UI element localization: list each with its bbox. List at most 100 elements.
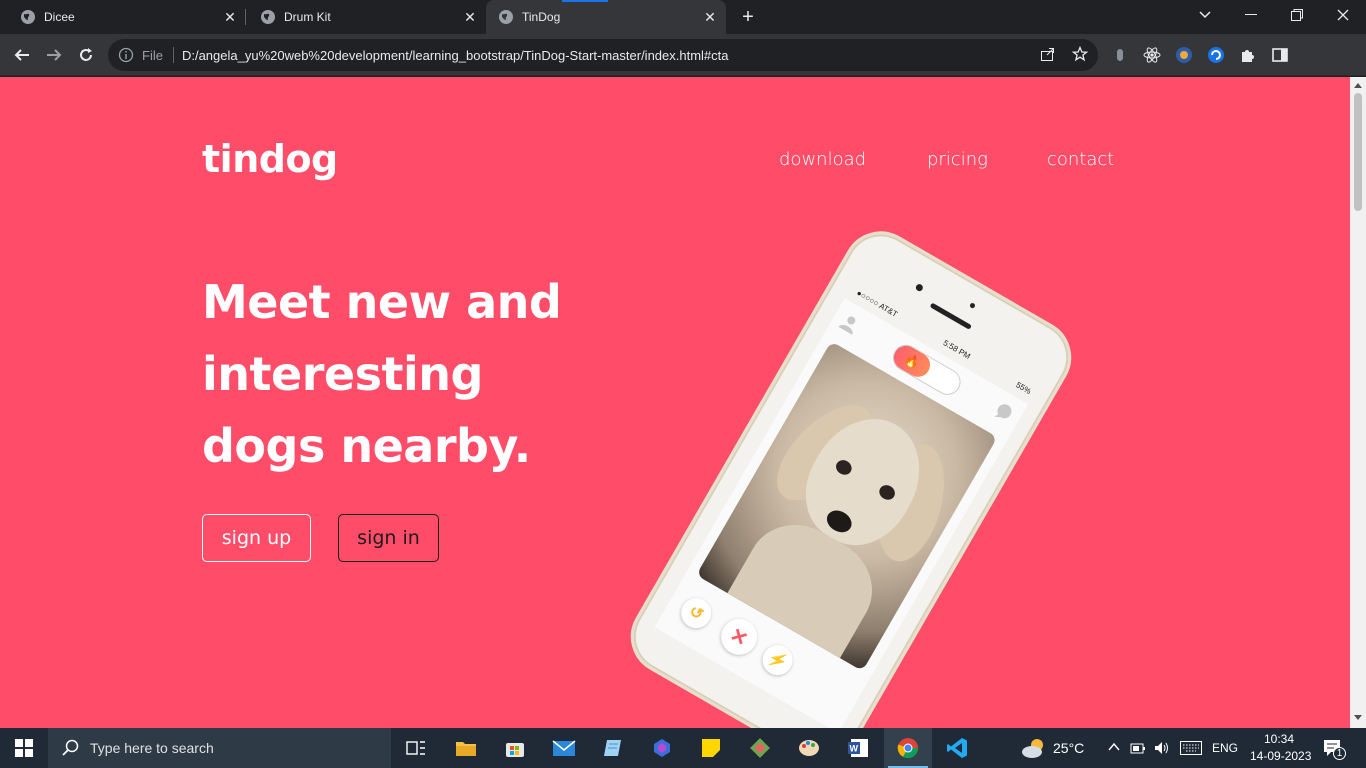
scroll-up-arrow[interactable] (1354, 83, 1362, 88)
star-icon[interactable] (1072, 46, 1088, 62)
task-view-button[interactable] (392, 728, 440, 768)
close-icon[interactable]: ✕ (700, 7, 720, 27)
tab-tindog[interactable]: TinDog ✕ (486, 0, 726, 34)
clock-date[interactable]: 14-09-2023 (1250, 749, 1311, 763)
weather-temperature[interactable]: 25°C (1053, 740, 1084, 756)
sign-up-button[interactable]: sign up (202, 514, 311, 562)
tab-title: Drum Kit (284, 10, 331, 24)
sticky-note-icon (702, 739, 720, 757)
weather-cloud-icon[interactable] (1020, 737, 1048, 759)
git-app[interactable] (736, 728, 784, 768)
word-app[interactable]: W (834, 728, 882, 768)
file-explorer-app[interactable] (442, 728, 490, 768)
sign-in-button[interactable]: sign in (338, 514, 439, 562)
minimize-icon (1245, 14, 1257, 15)
search-icon (62, 739, 79, 756)
scrollbar-thumb[interactable] (1354, 93, 1362, 211)
extension-shield-icon[interactable] (1175, 46, 1193, 64)
language-indicator[interactable]: ENG (1212, 741, 1238, 755)
sensor (969, 302, 976, 310)
close-icon (1337, 9, 1349, 21)
globe-icon (21, 10, 35, 24)
back-button[interactable] (9, 42, 35, 68)
notes-app[interactable] (589, 728, 637, 768)
chevron-up-icon[interactable] (1108, 742, 1120, 752)
tab-search-button[interactable] (1182, 0, 1228, 30)
close-icon[interactable]: ✕ (460, 7, 480, 27)
windows-logo-icon (15, 739, 33, 757)
copilot-icon (654, 739, 670, 757)
vscode-icon (947, 738, 967, 758)
new-tab-button[interactable]: + (736, 6, 760, 28)
sticky-notes-app[interactable] (687, 728, 735, 768)
share-icon[interactable] (1040, 46, 1056, 62)
notification-count-badge: 1 (1333, 747, 1346, 760)
boost-icon: ⚡ (757, 639, 799, 681)
react-devtools-icon[interactable] (1143, 46, 1161, 64)
tab-drum-kit[interactable]: Drum Kit ✕ (246, 0, 486, 34)
scroll-down-arrow[interactable] (1354, 715, 1362, 720)
divider (172, 47, 174, 63)
restore-button[interactable] (1274, 0, 1320, 30)
nav-link-download[interactable]: download (779, 149, 866, 170)
flame-icon: 🔥 (889, 341, 935, 382)
volume-icon[interactable] (1154, 740, 1170, 756)
reload-button[interactable] (73, 42, 99, 68)
tab-dicee[interactable]: Dicee ✕ (0, 0, 246, 34)
address-bar[interactable]: File D:/angela_yu%20web%20development/le… (108, 39, 1098, 71)
chrome-app[interactable] (884, 728, 932, 768)
iphone-frame: ●○○○○ AT&T 5:58 PM 55% 🔥 ↺ ✕ ⚡ (616, 217, 1086, 728)
hero-heading-line: Meet new and (202, 275, 562, 329)
folder-icon (456, 742, 476, 756)
chrome-icon (897, 738, 919, 759)
side-panel-icon[interactable] (1271, 46, 1289, 64)
hero-heading-line: interesting (202, 347, 483, 401)
undo-icon: ↺ (675, 592, 717, 634)
puzzle-icon[interactable] (1239, 46, 1257, 64)
arrow-left-icon (14, 49, 29, 61)
battery-icon[interactable] (1130, 740, 1146, 756)
forward-button[interactable] (41, 42, 67, 68)
minimize-button[interactable] (1228, 0, 1274, 30)
chevron-down-icon (1199, 11, 1211, 19)
palette-icon (799, 740, 819, 756)
extension-icon[interactable] (1111, 46, 1129, 64)
hero-heading-line: dogs nearby. (202, 419, 531, 473)
notes-icon (604, 740, 621, 756)
svg-text:W: W (850, 744, 859, 754)
microsoft-store-app[interactable] (491, 728, 539, 768)
taskbar-search-box[interactable]: Type here to search (48, 728, 391, 768)
tab-title: Dicee (44, 10, 75, 24)
vscode-app[interactable] (933, 728, 981, 768)
restore-icon (1291, 9, 1303, 21)
mail-app[interactable] (540, 728, 588, 768)
scheme-label: File (142, 47, 163, 63)
notification-center-button[interactable]: 1 (1320, 736, 1346, 760)
chat-icon (994, 404, 1012, 419)
word-icon: W (848, 739, 868, 757)
close-window-button[interactable] (1320, 0, 1366, 30)
nav-link-contact[interactable]: contact (1047, 149, 1114, 170)
keyboard-icon[interactable] (1180, 741, 1202, 755)
extension-blue-icon[interactable] (1207, 46, 1225, 64)
page-scrollbar[interactable] (1350, 77, 1366, 728)
url-text[interactable]: D:/angela_yu%20web%20development/learnin… (182, 48, 729, 63)
profile-icon (838, 316, 856, 335)
reload-icon (80, 48, 92, 61)
clock-time[interactable]: 10:34 (1264, 732, 1294, 746)
paint-app[interactable] (785, 728, 833, 768)
globe-icon (499, 10, 513, 24)
nope-icon: ✕ (714, 612, 764, 662)
git-icon (750, 738, 770, 758)
info-icon[interactable] (118, 47, 134, 63)
windows-taskbar: Type here to search W 25°C ENG 10:34 14-… (0, 728, 1366, 768)
copilot-app[interactable] (638, 728, 686, 768)
start-button[interactable] (0, 728, 48, 768)
task-view-icon (406, 741, 425, 755)
browser-toolbar: File D:/angela_yu%20web%20development/le… (0, 34, 1366, 100)
navbar-brand[interactable]: tindog (202, 137, 338, 181)
nav-link-pricing[interactable]: pricing (927, 149, 988, 170)
globe-icon (261, 10, 275, 24)
tab-strip: Dicee ✕ Drum Kit ✕ TinDog ✕ + (0, 0, 1366, 34)
close-icon[interactable]: ✕ (220, 7, 240, 27)
